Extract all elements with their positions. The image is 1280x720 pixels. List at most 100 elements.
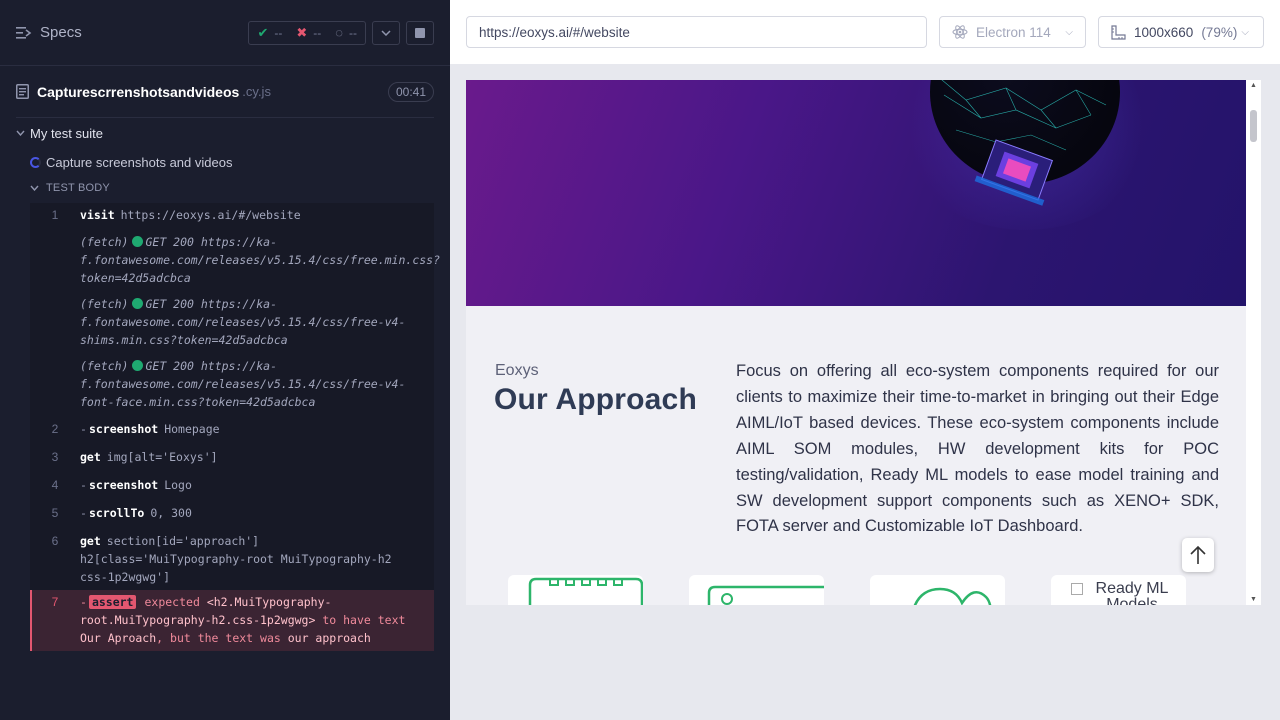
failed-count: -- xyxy=(313,25,322,40)
file-icon xyxy=(16,84,29,99)
reporter-panel: Specs ✔ -- ✖ -- ◌ -- Capturescrrenshotsandv… xyxy=(0,0,450,720)
command-number: 5 xyxy=(51,506,59,520)
command-number: 3 xyxy=(51,450,59,464)
command-name: scrollTo xyxy=(88,506,145,520)
spec-file-name[interactable]: Capturescrrenshotsandvideos xyxy=(37,84,239,100)
electron-icon xyxy=(952,25,968,39)
url-bar[interactable]: https://eoxys.ai/#/website xyxy=(466,16,927,48)
spec-duration: 00:41 xyxy=(387,81,434,102)
command-message: section[id='approach'] h2[class='MuiTypo… xyxy=(80,534,392,584)
spec-file-ext: .cy.js xyxy=(242,84,271,99)
command-row[interactable]: 2 - screenshot Homepage xyxy=(30,415,434,443)
spec-file-header: Capturescrrenshotsandvideos .cy.js 00:41 xyxy=(16,66,434,118)
command-message: 0, 300 xyxy=(150,506,192,520)
command-row[interactable]: 5 - scrollTo 0, 300 xyxy=(30,499,434,527)
fetch-row[interactable]: (fetch) GET 200 https://ka-f.fontawesome.… xyxy=(30,353,434,415)
browser-name: Electron 114 xyxy=(976,24,1051,40)
command-log: 1 visit https://eoxys.ai/#/website (fetch… xyxy=(30,203,440,651)
scroll-to-top-button[interactable] xyxy=(1182,538,1214,572)
pending-stat: ◌ -- xyxy=(335,25,357,40)
card-cloud[interactable] xyxy=(870,575,1005,605)
suite-title: My test suite xyxy=(30,125,103,141)
arrow-up-icon xyxy=(1190,545,1206,564)
reporter-header: Specs ✔ -- ✖ -- ◌ -- xyxy=(0,0,450,66)
command-message: https://eoxys.ai/#/website xyxy=(120,208,301,222)
iframe-scrollbar[interactable]: ▲ ▼ xyxy=(1246,80,1261,605)
check-icon: ✔ xyxy=(257,24,269,40)
command-message: Logo xyxy=(164,478,192,492)
stop-button[interactable] xyxy=(406,20,434,45)
chevron-down-icon: ⌵ xyxy=(1065,26,1073,38)
card-som-module[interactable] xyxy=(508,575,644,605)
scrollbar-thumb[interactable] xyxy=(1250,110,1257,142)
test-row[interactable]: Capture screenshots and videos xyxy=(0,148,450,176)
stop-icon xyxy=(415,27,425,38)
passed-stat: ✔ -- xyxy=(257,25,282,41)
specs-label: Specs xyxy=(40,24,82,41)
assert-to-have: to have text xyxy=(322,613,406,627)
assert-expected-label: expected xyxy=(144,595,200,609)
viewport-size: 1000x660 xyxy=(1134,24,1194,40)
command-name: screenshot xyxy=(88,478,159,492)
failed-stat: ✖ -- xyxy=(296,25,321,41)
toggle-auto-scroll-button[interactable] xyxy=(372,20,400,45)
browser-selector[interactable]: Electron 114 ⌵ xyxy=(939,16,1086,48)
status-dot-icon xyxy=(132,236,144,247)
card-image-alt-text: Ready ML Models xyxy=(1095,580,1169,606)
command-name: get xyxy=(80,534,101,548)
card-dev-kit[interactable] xyxy=(689,575,855,605)
board-outline-icon xyxy=(707,585,855,605)
section-eyebrow: Eoxys xyxy=(495,362,539,379)
failed-assert-row[interactable]: 7 - assert expected <h2.MuiTypography-root… xyxy=(30,590,434,651)
pending-circle-icon: ◌ xyxy=(335,25,343,40)
scroll-down-arrow-icon[interactable]: ▼ xyxy=(1250,596,1257,603)
specs-list-icon xyxy=(16,26,32,39)
command-row[interactable]: 1 visit https://eoxys.ai/#/website xyxy=(30,203,434,229)
command-row[interactable]: 6 get section[id='approach'] h2[class='Mu… xyxy=(30,527,434,590)
passed-count: -- xyxy=(274,25,283,40)
command-number: 4 xyxy=(51,478,59,492)
test-body-row[interactable]: TEST BODY xyxy=(0,176,450,200)
stats-group: ✔ -- ✖ -- ◌ -- xyxy=(248,20,434,45)
command-message: Homepage xyxy=(164,422,220,436)
card-ml-models[interactable]: Ready ML Models xyxy=(1051,575,1186,605)
assert-actual-text: our approach xyxy=(287,631,371,645)
section-heading: Our Approach xyxy=(494,383,697,416)
child-prefix: - xyxy=(80,595,87,609)
fetch-row[interactable]: (fetch) GET 200 https://ka-f.fontawesome.… xyxy=(30,229,440,291)
approach-section: Eoxys Our Approach Focus on offering all… xyxy=(466,306,1246,605)
hero-chip-image xyxy=(941,80,1107,206)
chevron-down-icon xyxy=(16,130,30,136)
command-name: visit xyxy=(80,208,115,222)
command-row[interactable]: 4 - screenshot Logo xyxy=(30,471,434,499)
scroll-up-arrow-icon[interactable]: ▲ xyxy=(1250,82,1257,89)
cloud-outline-icon xyxy=(913,587,992,605)
suite-row[interactable]: My test suite xyxy=(0,118,450,148)
command-message: img[alt='Eoxys'] xyxy=(106,450,218,464)
offering-cards: Ready ML Models xyxy=(508,575,1186,605)
command-row[interactable]: 3 get img[alt='Eoxys'] xyxy=(30,443,434,471)
running-spinner-icon xyxy=(30,156,41,168)
command-number: 1 xyxy=(51,208,59,222)
child-prefix: - xyxy=(80,506,87,520)
status-dot-icon xyxy=(132,360,144,371)
fetch-text: GET 200 https://ka-f.fontawesome.com/rel… xyxy=(80,297,406,347)
fetch-label: (fetch) xyxy=(80,359,129,373)
viewport-info[interactable]: 1000x660 (79%) ⌵ xyxy=(1098,16,1264,48)
command-number: 6 xyxy=(51,534,59,548)
aut-panel: https://eoxys.ai/#/website Electron 114 … xyxy=(450,0,1280,720)
command-name: screenshot xyxy=(88,422,159,436)
assert-badge: assert xyxy=(88,595,137,609)
status-dot-icon xyxy=(132,298,144,309)
command-name: get xyxy=(80,450,101,464)
chevron-down-icon xyxy=(30,185,44,191)
specs-link[interactable]: Specs xyxy=(16,24,82,41)
child-prefix: - xyxy=(80,478,87,492)
assert-expected-text: Our Aproach xyxy=(80,631,157,645)
pending-count: -- xyxy=(349,25,357,40)
fetch-text: GET 200 https://ka-f.fontawesome.com/rel… xyxy=(80,359,406,409)
fetch-row[interactable]: (fetch) GET 200 https://ka-f.fontawesome.… xyxy=(30,291,434,353)
test-title: Capture screenshots and videos xyxy=(46,154,233,170)
x-icon: ✖ xyxy=(296,24,308,40)
section-paragraph: Focus on offering all eco-system compone… xyxy=(736,362,1219,536)
